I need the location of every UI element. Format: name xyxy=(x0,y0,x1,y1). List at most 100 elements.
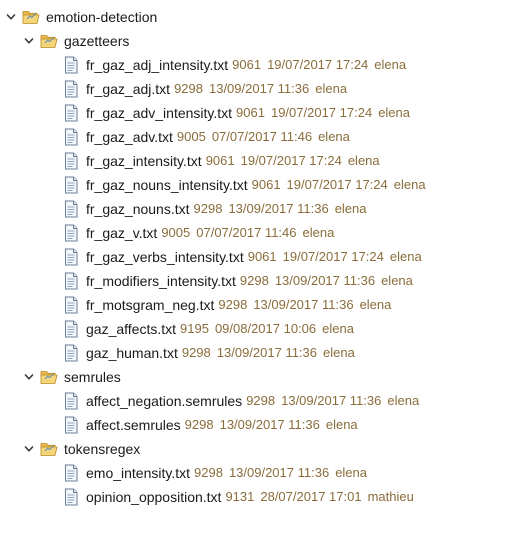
file-name: fr_gaz_intensity.txt xyxy=(86,153,202,169)
file-name: emo_intensity.txt xyxy=(86,465,191,481)
file-row[interactable]: fr_gaz_nouns_intensity.txt 9061 19/07/2017… xyxy=(62,173,432,197)
file-date: 13/09/2017 11:36 xyxy=(228,465,330,480)
text-file-icon xyxy=(62,80,80,98)
file-revision: 9061 xyxy=(236,105,265,120)
chevron-down-icon[interactable] xyxy=(4,5,18,29)
file-revision: 9298 xyxy=(239,273,269,288)
text-file-icon xyxy=(62,272,80,290)
file-revision: 9298 xyxy=(246,393,276,408)
file-author: elena xyxy=(381,273,413,288)
file-metadata: 9005 07/07/2017 11:46 elena xyxy=(161,221,340,245)
file-date: 13/09/2017 11:36 xyxy=(281,393,382,408)
file-author: elena xyxy=(359,297,392,312)
file-date: 28/07/2017 17:01 xyxy=(260,489,362,504)
file-row[interactable]: fr_gaz_v.txt 9005 07/07/2017 11:46 elena xyxy=(62,221,340,245)
folder-row[interactable]: emotion-detection xyxy=(4,5,157,29)
file-row[interactable]: fr_gaz_nouns.txt 9298 13/09/2017 11:36 elen… xyxy=(62,197,373,221)
text-file-icon xyxy=(62,152,80,170)
file-row[interactable]: fr_gaz_intensity.txt 9061 19/07/2017 17:24… xyxy=(62,149,386,173)
file-author: mathieu xyxy=(367,489,414,504)
file-metadata: 9298 13/09/2017 11:36 elena xyxy=(194,461,373,485)
file-author: elena xyxy=(378,105,410,120)
chevron-down-icon[interactable] xyxy=(22,29,36,53)
file-name: gaz_human.txt xyxy=(86,345,178,361)
file-author: elena xyxy=(302,225,335,240)
file-author: elena xyxy=(393,177,426,192)
file-row[interactable]: fr_gaz_adj.txt 9298 13/09/2017 11:36 elena xyxy=(62,77,353,101)
file-date: 13/09/2017 11:36 xyxy=(228,201,329,216)
file-metadata: 9131 28/07/2017 17:01 mathieu xyxy=(225,485,419,509)
file-author: elena xyxy=(389,249,422,264)
project-tree: emotion-detection gazetteers fr_gaz_adj_in… xyxy=(0,0,527,548)
file-metadata: 9061 19/07/2017 17:24 elena xyxy=(206,149,386,173)
file-revision: 9005 xyxy=(176,129,206,144)
file-name: affect.semrules xyxy=(86,417,181,433)
folder-row[interactable]: semrules xyxy=(22,365,121,389)
file-date: 19/07/2017 17:24 xyxy=(282,249,384,264)
text-file-icon xyxy=(62,344,80,362)
chevron-down-icon[interactable] xyxy=(22,437,36,461)
file-row[interactable]: gaz_human.txt 9298 13/09/2017 11:36 elena xyxy=(62,341,361,365)
file-row[interactable]: fr_gaz_adj_intensity.txt 9061 19/07/2017 1… xyxy=(62,53,412,77)
file-name: fr_gaz_nouns_intensity.txt xyxy=(86,177,248,193)
file-row[interactable]: opinion_opposition.txt 9131 28/07/2017 17:… xyxy=(62,485,420,509)
file-author: elena xyxy=(335,465,367,480)
file-revision: 9298 xyxy=(181,345,211,360)
file-author: elena xyxy=(315,81,348,96)
file-date: 13/09/2017 11:36 xyxy=(208,81,310,96)
file-author: elena xyxy=(334,201,367,216)
file-metadata: 9061 19/07/2017 17:24 elena xyxy=(232,53,412,77)
text-file-icon xyxy=(62,128,80,146)
chevron-down-icon[interactable] xyxy=(22,365,36,389)
file-revision: 9131 xyxy=(225,489,255,504)
file-name: gaz_affects.txt xyxy=(86,321,177,337)
file-name: fr_gaz_adv.txt xyxy=(86,129,173,145)
file-row[interactable]: fr_gaz_verbs_intensity.txt 9061 19/07/2017… xyxy=(62,245,428,269)
file-row[interactable]: fr_modifiers_intensity.txt 9298 13/09/2017… xyxy=(62,269,419,293)
file-author: elena xyxy=(318,129,350,144)
text-file-icon xyxy=(62,248,80,266)
file-row[interactable]: fr_motsgram_neg.txt 9298 13/09/2017 11:36 e… xyxy=(62,293,397,317)
file-author: elena xyxy=(325,417,358,432)
file-row[interactable]: fr_gaz_adv_intensity.txt 9061 19/07/2017 1… xyxy=(62,101,416,125)
file-row[interactable]: affect_negation.semrules 9298 13/09/2017 1… xyxy=(62,389,425,413)
file-revision: 9061 xyxy=(205,153,235,168)
folder-name: tokensregex xyxy=(64,441,141,457)
file-revision: 9195 xyxy=(180,321,209,336)
file-metadata: 9061 19/07/2017 17:24 elena xyxy=(236,101,416,125)
file-date: 13/09/2017 11:36 xyxy=(274,273,376,288)
file-metadata: 9005 07/07/2017 11:46 elena xyxy=(177,125,356,149)
folder-row[interactable]: tokensregex xyxy=(22,437,140,461)
file-row[interactable]: fr_gaz_adv.txt 9005 07/07/2017 11:46 elena xyxy=(62,125,356,149)
file-metadata: 9298 13/09/2017 11:36 elena xyxy=(194,197,373,221)
text-file-icon xyxy=(62,176,80,194)
text-file-icon xyxy=(62,416,80,434)
file-name: affect_negation.semrules xyxy=(86,393,243,409)
text-file-icon xyxy=(62,224,80,242)
text-file-icon xyxy=(62,392,80,410)
text-file-icon xyxy=(62,200,80,218)
file-revision: 9005 xyxy=(161,225,191,240)
file-date: 07/07/2017 11:46 xyxy=(211,129,313,144)
file-date: 19/07/2017 17:24 xyxy=(270,105,373,120)
file-author: elena xyxy=(387,393,420,408)
folder-open-icon xyxy=(22,8,40,26)
folder-open-icon xyxy=(40,368,58,386)
file-metadata: 9298 13/09/2017 11:36 elena xyxy=(174,77,353,101)
file-row[interactable]: emo_intensity.txt 9298 13/09/2017 11:36 ele… xyxy=(62,461,373,485)
file-revision: 9298 xyxy=(174,81,203,96)
file-revision: 9061 xyxy=(247,249,277,264)
folder-row[interactable]: gazetteers xyxy=(22,29,129,53)
file-row[interactable]: gaz_affects.txt 9195 09/08/2017 10:06 elena xyxy=(62,317,360,341)
file-revision: 9061 xyxy=(251,177,281,192)
file-metadata: 9298 13/09/2017 11:36 elena xyxy=(182,341,361,365)
file-date: 19/07/2017 17:24 xyxy=(240,153,342,168)
file-date: 19/07/2017 17:24 xyxy=(267,57,369,72)
file-author: elena xyxy=(347,153,380,168)
file-date: 07/07/2017 11:46 xyxy=(196,225,297,240)
text-file-icon xyxy=(62,464,80,482)
file-metadata: 9298 13/09/2017 11:36 elena xyxy=(240,269,419,293)
file-name: fr_modifiers_intensity.txt xyxy=(86,273,236,289)
file-revision: 9061 xyxy=(232,57,262,72)
file-row[interactable]: affect.semrules 9298 13/09/2017 11:36 elena xyxy=(62,413,364,437)
